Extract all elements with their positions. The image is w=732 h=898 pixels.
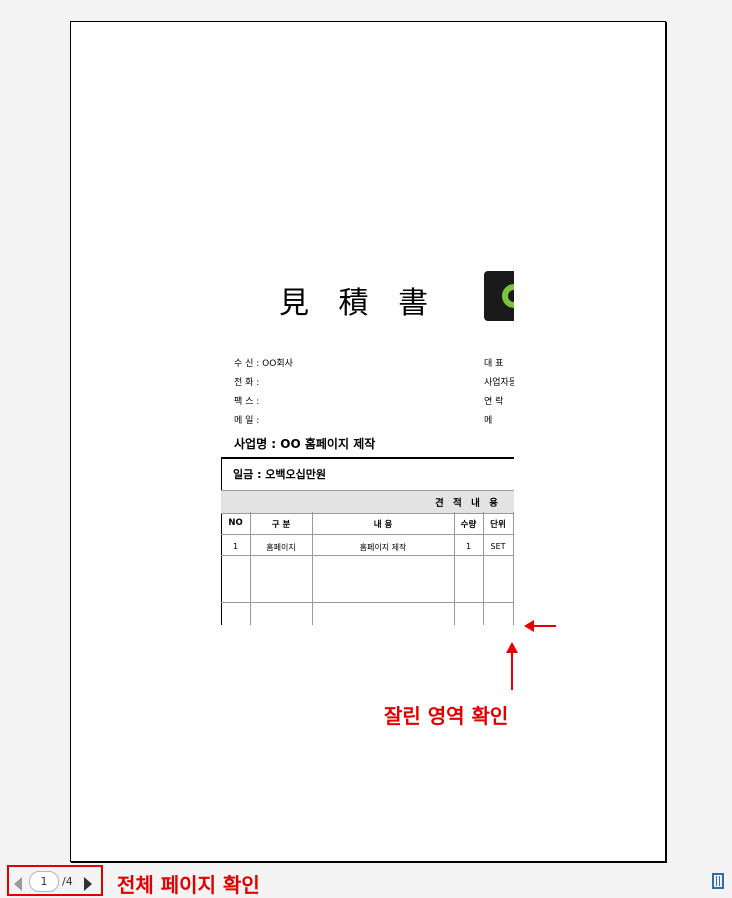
rendered-content-area: 見 積 書 수 신 : OO회사 전 화 : 팩 스 : 메 일 : 대 표 사…: [219, 262, 514, 625]
viewer-toolbar: /4 전체 페이지 확인: [7, 865, 729, 898]
table-cell-no: 1: [232, 542, 239, 551]
recipient-mail: 메 일 :: [234, 416, 260, 426]
sender-contact: 연 락: [484, 397, 504, 407]
table-row-divider: [221, 555, 514, 556]
sender-biz-no: 사업자등: [484, 378, 514, 388]
cropped-area-annotation: 잘린 영역 확인: [384, 704, 509, 728]
table-header-divider: [221, 534, 514, 535]
estimate-frame: [221, 457, 514, 625]
estimate-header-label: 견 적 내 용: [435, 498, 501, 509]
recipient-fax: 팩 스 :: [234, 397, 260, 407]
triangle-left-icon[interactable]: [14, 877, 22, 891]
page-fit-icon[interactable]: [712, 873, 724, 889]
annotation-arrow-left-icon: [524, 620, 556, 632]
page-total-label: /4: [62, 875, 73, 888]
sender-mail: 메: [484, 416, 493, 426]
page-navigator: /4: [7, 865, 103, 896]
table-row-divider: [221, 602, 514, 603]
annotation-arrow-up-icon: [506, 642, 518, 690]
recipient-tel: 전 화 :: [234, 378, 260, 388]
table-header-qty: 수량: [460, 520, 477, 530]
sender-rep: 대 표: [484, 359, 504, 369]
table-header-content: 내 용: [373, 520, 393, 530]
table-cell-unit: SET: [490, 542, 506, 551]
table-cell-content: 홈페이지 제작: [359, 543, 407, 552]
table-cell-category: 홈페이지: [266, 543, 296, 552]
amount-text: 일금 : 오백오십만원: [233, 468, 327, 481]
document-title: 見 積 書: [279, 286, 439, 321]
recipient-to: 수 신 : OO회사: [234, 359, 293, 369]
all-pages-annotation: 전체 페이지 확인: [117, 873, 260, 897]
project-name: 사업명 : OO 홈페이지 제작: [234, 437, 376, 451]
table-header-category: 구 분: [271, 520, 291, 530]
company-logo-icon: [484, 271, 514, 321]
estimate-header-bar: 견 적 내 용: [221, 490, 514, 514]
table-cell-qty: 1: [465, 542, 472, 551]
table-col-divider: [513, 512, 514, 625]
table-header-no: NO: [228, 518, 243, 528]
triangle-right-icon[interactable]: [84, 877, 92, 891]
document-page: 見 積 書 수 신 : OO회사 전 화 : 팩 스 : 메 일 : 대 표 사…: [70, 21, 666, 862]
page-number-input[interactable]: [29, 871, 59, 892]
table-header-unit: 단위: [490, 520, 506, 530]
